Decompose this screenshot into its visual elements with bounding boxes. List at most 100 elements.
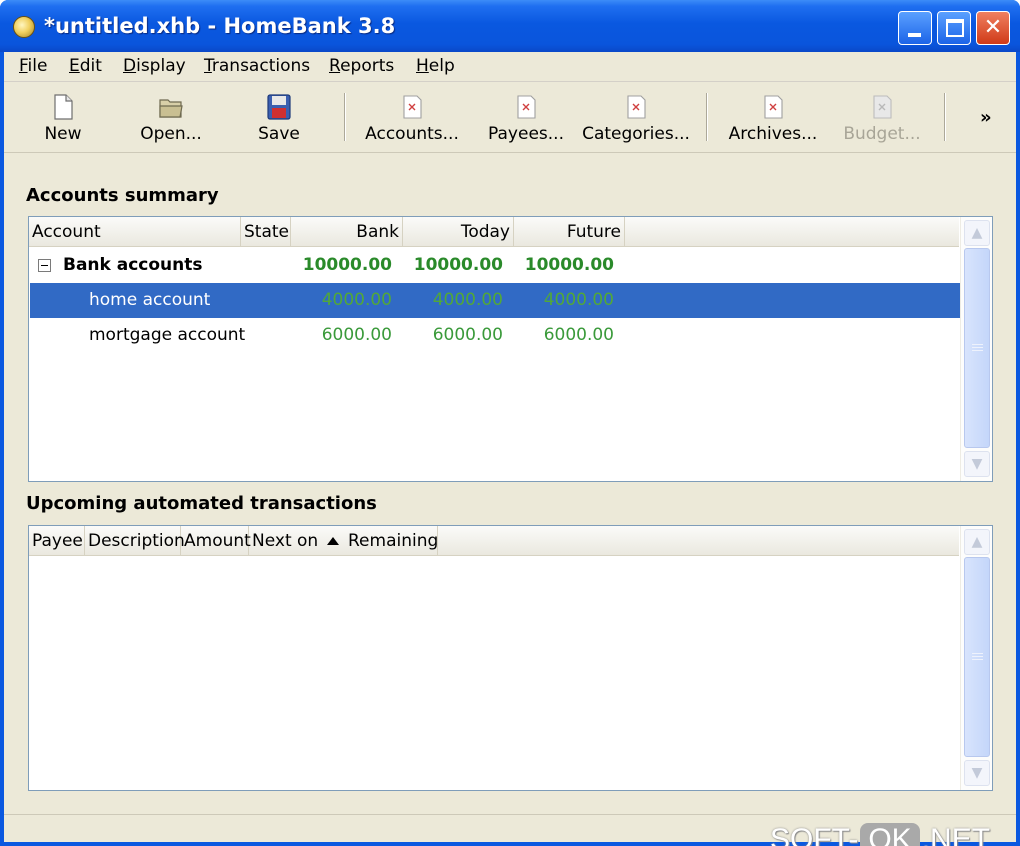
menu-file-label: ile (27, 56, 48, 76)
minimize-button[interactable] (898, 11, 932, 45)
categories-label: Categories... (582, 124, 690, 144)
account-bank-balance: 6000.00 (321, 325, 392, 345)
toolbar-overflow-chevron-icon[interactable]: » (980, 107, 992, 128)
maximize-button[interactable] (937, 11, 971, 45)
menu-help-label: elp (428, 56, 455, 76)
missing-image-icon (764, 95, 783, 119)
account-name: home account (89, 290, 211, 310)
missing-image-icon (403, 95, 422, 119)
minimize-icon (908, 33, 921, 37)
folder-open-icon (159, 99, 183, 118)
column-header-state[interactable]: State (241, 217, 291, 247)
categories-button[interactable]: Categories... (578, 87, 694, 149)
app-window: *untitled.xhb - HomeBank 3.8 ✕ File Edit… (0, 0, 1020, 846)
menu-edit-accel: E (69, 56, 80, 76)
payees-label: Payees... (488, 124, 564, 144)
watermark-logo: SOFT- OK .NET (770, 823, 990, 846)
sort-ascending-icon (327, 537, 339, 545)
accounts-summary-heading: Accounts summary (26, 185, 219, 206)
open-label: Open... (140, 124, 202, 144)
archives-button[interactable]: Archives... (718, 87, 828, 149)
scrollbar-grip-icon (972, 653, 983, 660)
menu-display[interactable]: Display (123, 56, 186, 76)
scroll-down-arrow-icon[interactable]: ▼ (964, 451, 990, 477)
column-header-next-on[interactable]: Next on (249, 526, 345, 556)
menu-display-label: isplay (136, 56, 186, 76)
upcoming-transactions-heading: Upcoming automated transactions (26, 493, 377, 514)
column-header-payee[interactable]: Payee (29, 526, 85, 556)
account-row-home[interactable]: home account 4000.00 4000.00 4000.00 (30, 283, 960, 318)
maximize-icon (946, 19, 964, 37)
toolbar: New Open... Save Accounts... Payees... C… (4, 83, 1016, 153)
budget-button[interactable]: Budget... (830, 87, 934, 149)
upcoming-transactions-list[interactable]: Payee Description Amount Next on Remaini… (28, 525, 993, 791)
scroll-down-arrow-icon[interactable]: ▼ (964, 760, 990, 786)
group-future-total: 10000.00 (524, 255, 614, 275)
watermark-right: .NET (921, 823, 991, 846)
status-bar: SOFT- OK .NET (4, 814, 1016, 846)
account-bank-balance: 4000.00 (321, 290, 392, 310)
account-today-balance: 4000.00 (432, 290, 503, 310)
menu-help[interactable]: Help (416, 56, 455, 76)
budget-label: Budget... (843, 124, 921, 144)
new-button[interactable]: New (10, 87, 116, 149)
menu-edit[interactable]: Edit (69, 56, 102, 76)
menu-file[interactable]: File (19, 56, 47, 76)
account-row-mortgage[interactable]: mortgage account 6000.00 6000.00 6000.00 (30, 318, 960, 353)
scroll-up-arrow-icon[interactable]: ▲ (964, 529, 990, 555)
menu-reports-label: eports (340, 56, 395, 76)
open-button[interactable]: Open... (118, 87, 224, 149)
menu-reports[interactable]: Reports (329, 56, 394, 76)
scrollbar-thumb[interactable] (964, 557, 990, 757)
menu-display-accel: D (123, 56, 137, 76)
accounts-header-row: Account State Bank Today Future (29, 217, 959, 247)
scrollbar-grip-icon (972, 344, 983, 351)
menu-help-accel: H (416, 56, 429, 76)
menu-transactions-accel: T (204, 56, 212, 76)
window-title: *untitled.xhb - HomeBank 3.8 (44, 14, 396, 38)
toolbar-separator (706, 93, 708, 141)
account-group-name: Bank accounts (63, 255, 203, 275)
column-header-account[interactable]: Account (29, 217, 241, 247)
account-name: mortgage account (89, 325, 246, 345)
floppy-disk-icon (267, 94, 291, 120)
save-label: Save (258, 124, 300, 144)
client-area: File Edit Display Transactions Reports H… (4, 52, 1016, 846)
column-header-bank[interactable]: Bank (291, 217, 403, 247)
account-group-row[interactable]: Bank accounts 10000.00 10000.00 10000.00 (30, 248, 960, 283)
title-bar[interactable]: *untitled.xhb - HomeBank 3.8 ✕ (0, 0, 1020, 52)
accounts-button[interactable]: Accounts... (356, 87, 468, 149)
column-header-future[interactable]: Future (514, 217, 625, 247)
payees-button[interactable]: Payees... (472, 87, 580, 149)
archives-label: Archives... (728, 124, 818, 144)
scrollbar-thumb[interactable] (964, 248, 990, 448)
column-header-today[interactable]: Today (403, 217, 514, 247)
menu-file-accel: F (19, 56, 28, 76)
menu-bar: File Edit Display Transactions Reports H… (4, 52, 1016, 82)
watermark-left: SOFT- (770, 823, 859, 846)
accounts-vertical-scrollbar[interactable]: ▲ ▼ (960, 217, 992, 481)
menu-transactions[interactable]: Transactions (204, 56, 310, 76)
accounts-summary-tree[interactable]: Account State Bank Today Future Bank acc… (28, 216, 993, 482)
accounts-label: Accounts... (365, 124, 459, 144)
close-icon: ✕ (983, 15, 1003, 40)
toolbar-separator (944, 93, 946, 141)
missing-image-icon (873, 95, 892, 119)
collapse-toggle-icon[interactable] (38, 259, 51, 272)
column-header-remaining[interactable]: Remaining (345, 526, 438, 556)
homebank-app-icon[interactable] (13, 16, 35, 38)
missing-image-icon (517, 95, 536, 119)
menu-edit-label: dit (79, 56, 102, 76)
group-today-total: 10000.00 (413, 255, 503, 275)
upcoming-vertical-scrollbar[interactable]: ▲ ▼ (960, 526, 992, 790)
account-future-balance: 4000.00 (543, 290, 614, 310)
save-button[interactable]: Save (226, 87, 332, 149)
column-header-amount[interactable]: Amount (181, 526, 251, 556)
column-header-description[interactable]: Description (85, 526, 185, 556)
close-button[interactable]: ✕ (976, 11, 1010, 45)
menu-reports-accel: R (329, 56, 341, 76)
watermark-mid: OK (860, 823, 920, 846)
scroll-up-arrow-icon[interactable]: ▲ (964, 220, 990, 246)
new-document-icon (54, 94, 73, 120)
toolbar-separator (344, 93, 346, 141)
